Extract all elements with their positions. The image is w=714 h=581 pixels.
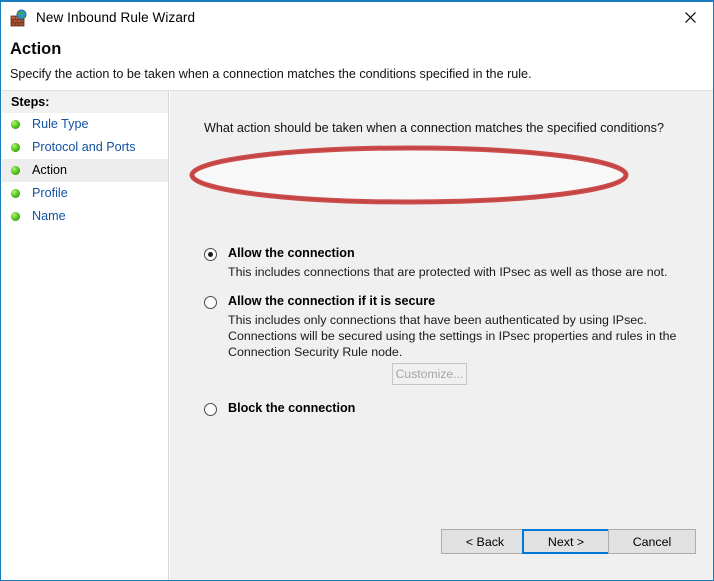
- back-button[interactable]: < Back: [441, 529, 529, 554]
- sidebar-item-label: Profile: [32, 186, 68, 201]
- steps-sidebar: Steps: Rule Type Protocol and Ports Acti…: [2, 90, 169, 580]
- steps-header: Steps:: [2, 91, 168, 113]
- cancel-button[interactable]: Cancel: [608, 529, 696, 554]
- radio-block-the-connection[interactable]: [204, 403, 217, 416]
- step-bullet-icon: [11, 166, 20, 175]
- step-bullet-icon: [11, 189, 20, 198]
- page-header: Action Specify the action to be taken wh…: [1, 33, 713, 90]
- firewall-globe-icon: [10, 9, 28, 27]
- title-bar: New Inbound Rule Wizard: [1, 2, 713, 33]
- step-bullet-icon: [11, 212, 20, 221]
- sidebar-item-protocol-and-ports[interactable]: Protocol and Ports: [2, 136, 168, 159]
- radio-allow-the-connection[interactable]: [204, 248, 217, 261]
- sidebar-item-rule-type[interactable]: Rule Type: [2, 113, 168, 136]
- customize-button: Customize...: [392, 363, 467, 385]
- dialog-buttons: < Back Next > Cancel: [1, 529, 713, 559]
- sidebar-item-profile[interactable]: Profile: [2, 182, 168, 205]
- wizard-window: New Inbound Rule Wizard Action Specify t…: [0, 0, 714, 581]
- step-bullet-icon: [11, 120, 20, 129]
- option-description: This includes only connections that have…: [228, 313, 677, 359]
- option-title: Allow the connection if it is secure: [228, 294, 436, 308]
- radio-allow-the-connection-if-it-is-secure[interactable]: [204, 296, 217, 309]
- radio-option-allow-the-connection[interactable]: Allow the connection This includes conne…: [204, 246, 684, 280]
- option-title: Allow the connection: [228, 246, 355, 260]
- option-description: This includes connections that are prote…: [228, 265, 668, 279]
- sidebar-item-label: Name: [32, 209, 66, 224]
- sidebar-item-action[interactable]: Action: [2, 159, 168, 182]
- sidebar-item-label: Protocol and Ports: [32, 140, 136, 155]
- sidebar-item-name[interactable]: Name: [2, 205, 168, 228]
- question-text: What action should be taken when a conne…: [204, 121, 664, 135]
- radio-option-block-the-connection[interactable]: Block the connection: [204, 401, 684, 416]
- close-icon[interactable]: [668, 2, 713, 32]
- next-button[interactable]: Next >: [522, 529, 610, 554]
- window-title: New Inbound Rule Wizard: [36, 10, 196, 25]
- main-panel: What action should be taken when a conne…: [170, 90, 713, 580]
- sidebar-item-label: Rule Type: [32, 117, 89, 132]
- option-title: Block the connection: [228, 401, 356, 415]
- radio-option-allow-if-secure[interactable]: Allow the connection if it is secure Thi…: [204, 294, 684, 360]
- page-subtitle: Specify the action to be taken when a co…: [10, 67, 532, 81]
- sidebar-item-label: Action: [32, 163, 68, 178]
- page-title: Action: [10, 40, 62, 58]
- step-bullet-icon: [11, 143, 20, 152]
